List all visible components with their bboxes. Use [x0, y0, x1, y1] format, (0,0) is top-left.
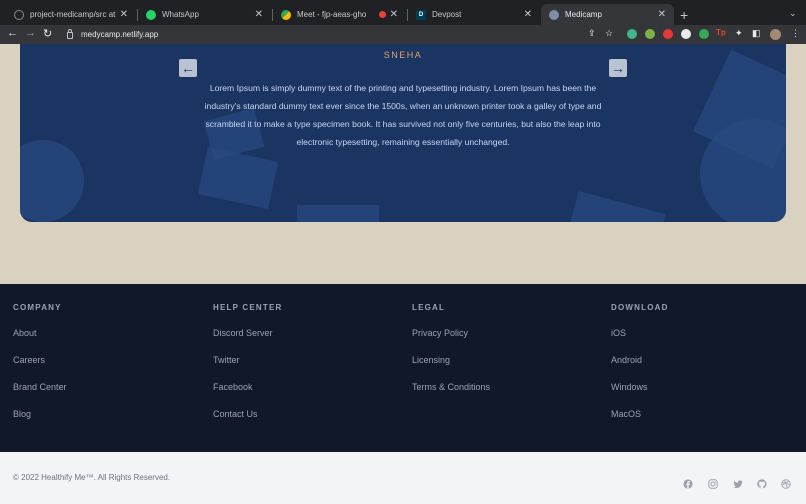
tab-title: project-medicamp/src at Sneh — [30, 10, 116, 19]
facebook-icon[interactable] — [683, 479, 693, 489]
footer-link-discord[interactable]: Discord Server — [213, 328, 283, 355]
url-text: medycamp.netlify.app — [81, 30, 159, 39]
copyright-text: © 2022 Healthify Me™. All Rights Reserve… — [13, 473, 171, 482]
close-icon[interactable]: ✕ — [658, 9, 666, 20]
decorative-square — [197, 147, 279, 209]
whatsapp-icon — [146, 9, 156, 20]
chevron-down-icon[interactable]: ⌄ — [789, 8, 797, 19]
tab-title: WhatsApp — [162, 10, 199, 19]
arrow-right-icon: → — [611, 60, 625, 76]
extension-icon[interactable] — [681, 29, 691, 39]
tab-github[interactable]: project-medicamp/src at Sneh ✕ — [6, 4, 136, 25]
share-icon[interactable]: ⇪ — [588, 28, 596, 39]
close-icon[interactable]: ✕ — [255, 9, 263, 20]
footer-column-company: COMPANY About Careers Brand Center Blog — [13, 303, 67, 436]
tab-strip: project-medicamp/src at Sneh ✕ WhatsApp … — [0, 0, 806, 25]
tab-title: Devpost — [432, 10, 462, 19]
footer-link-android[interactable]: Android — [611, 355, 669, 382]
tab-title: Medicamp — [565, 10, 602, 19]
footer-link-twitter[interactable]: Twitter — [213, 355, 283, 382]
footer-link-privacy[interactable]: Privacy Policy — [412, 328, 490, 355]
twitter-icon[interactable] — [733, 479, 743, 489]
close-icon[interactable]: ✕ — [120, 9, 128, 20]
tab-title: Meet - fjp-aeas-gho — [297, 10, 367, 19]
instagram-icon[interactable] — [708, 479, 718, 489]
prev-testimonial-button[interactable]: ← — [179, 59, 197, 77]
footer-column-download: DOWNLOAD iOS Android Windows MacOS — [611, 303, 669, 436]
footer-link-careers[interactable]: Careers — [13, 355, 67, 382]
github-icon — [14, 9, 24, 20]
tab-medicamp[interactable]: Medicamp ✕ — [541, 4, 674, 25]
meet-icon — [281, 9, 291, 20]
tab-devpost[interactable]: D Devpost ✕ — [408, 4, 540, 25]
new-tab-button[interactable]: + — [680, 7, 688, 23]
url-bar[interactable]: medycamp.netlify.app — [60, 27, 580, 42]
extension-icon[interactable] — [699, 29, 709, 39]
recording-icon — [378, 11, 386, 18]
decorative-circle — [20, 140, 84, 222]
tab-whatsapp[interactable]: WhatsApp ✕ — [138, 4, 271, 25]
more-menu-icon[interactable]: ⋮ — [791, 28, 800, 39]
extension-icon[interactable] — [627, 29, 637, 39]
footer-link-windows[interactable]: Windows — [611, 382, 669, 409]
lock-icon — [67, 29, 73, 39]
footer-link-facebook[interactable]: Facebook — [213, 382, 283, 409]
extension-icon[interactable] — [663, 29, 673, 39]
devpost-icon: D — [416, 9, 426, 20]
footer-link-contact[interactable]: Contact Us — [213, 409, 283, 436]
site-footer: COMPANY About Careers Brand Center Blog … — [0, 284, 806, 452]
close-icon[interactable]: ✕ — [524, 9, 532, 20]
footer-heading: DOWNLOAD — [611, 303, 669, 312]
testimonial-text: Lorem Ipsum is simply dummy text of the … — [204, 83, 602, 147]
github-icon[interactable] — [757, 479, 767, 489]
close-icon[interactable]: ✕ — [390, 9, 398, 20]
footer-link-brand-center[interactable]: Brand Center — [13, 382, 67, 409]
dribbble-icon[interactable] — [781, 479, 791, 489]
extension-icon[interactable] — [645, 29, 655, 39]
next-testimonial-button[interactable]: → — [609, 59, 627, 77]
arrow-left-icon: ← — [181, 60, 195, 76]
footer-column-help-center: HELP CENTER Discord Server Twitter Faceb… — [213, 303, 283, 436]
footer-bottom-bar: © 2022 Healthify Me™. All Rights Reserve… — [0, 452, 806, 504]
address-toolbar: ← → ↻ medycamp.netlify.app ⇪ ☆ Tp ✦ ◧ ⋮ — [0, 25, 806, 44]
extension-icon[interactable]: Tp — [716, 28, 726, 37]
decorative-square — [568, 191, 666, 222]
forward-arrow-icon[interactable]: → — [25, 27, 36, 39]
footer-link-about[interactable]: About — [13, 328, 67, 355]
back-arrow-icon[interactable]: ← — [7, 27, 18, 39]
testimonial-card: SNEHA ← → Lorem Ipsum is simply dummy te… — [20, 44, 786, 222]
reload-icon[interactable]: ↻ — [43, 27, 52, 40]
footer-heading: HELP CENTER — [213, 303, 283, 312]
footer-heading: LEGAL — [412, 303, 446, 312]
footer-column-legal: LEGAL Privacy Policy Licensing Terms & C… — [412, 303, 490, 409]
footer-link-terms[interactable]: Terms & Conditions — [412, 382, 490, 409]
decorative-square — [297, 205, 379, 222]
footer-link-blog[interactable]: Blog — [13, 409, 67, 436]
footer-heading: COMPANY — [13, 303, 62, 312]
avatar[interactable] — [770, 29, 781, 40]
sidebar-icon[interactable]: ◧ — [752, 28, 761, 39]
tab-meet[interactable]: Meet - fjp-aeas-gho ✕ — [273, 4, 406, 25]
bookmark-star-icon[interactable]: ☆ — [605, 28, 613, 39]
footer-link-macos[interactable]: MacOS — [611, 409, 669, 436]
footer-link-ios[interactable]: iOS — [611, 328, 669, 355]
footer-link-licensing[interactable]: Licensing — [412, 355, 490, 382]
puzzle-icon[interactable]: ✦ — [735, 28, 743, 39]
testimonial-name: SNEHA — [383, 50, 423, 60]
medicamp-icon — [549, 9, 559, 20]
